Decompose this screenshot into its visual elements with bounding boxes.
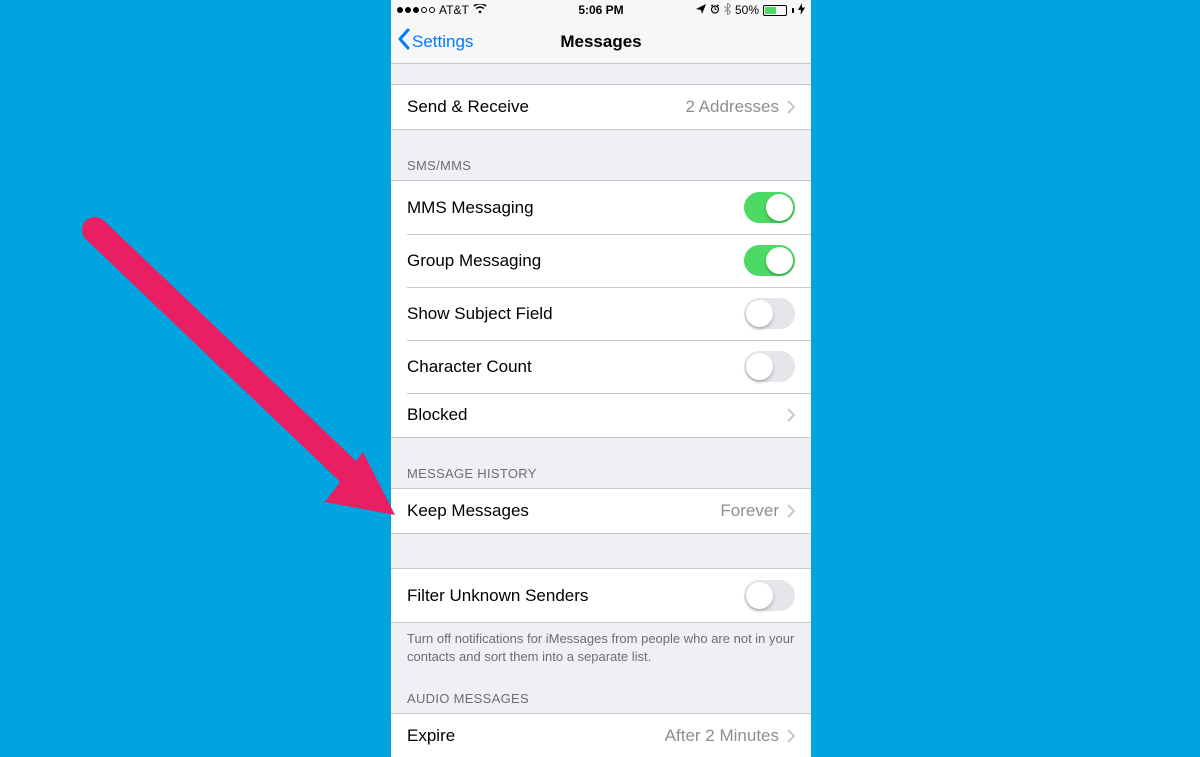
- statusbar-time: 5:06 PM: [391, 3, 811, 17]
- section-top: Send & Receive 2 Addresses: [391, 84, 811, 130]
- section-filter: Filter Unknown Senders: [391, 568, 811, 623]
- phone-screen: AT&T 5:06 PM 50% Settings Messages: [391, 0, 811, 757]
- blocked-row[interactable]: Blocked: [391, 393, 811, 437]
- section-sms: MMS Messaging Group Messaging Show Subje…: [391, 180, 811, 438]
- send-receive-row[interactable]: Send & Receive 2 Addresses: [391, 85, 811, 129]
- expire-detail: After 2 Minutes: [665, 726, 779, 746]
- chevron-right-icon: [787, 504, 795, 518]
- filter-unknown-row[interactable]: Filter Unknown Senders: [391, 569, 811, 622]
- filter-unknown-label: Filter Unknown Senders: [407, 586, 744, 606]
- mms-messaging-label: MMS Messaging: [407, 198, 744, 218]
- section-audio: Expire After 2 Minutes Raise to Listen: [391, 713, 811, 757]
- send-receive-detail: 2 Addresses: [685, 97, 779, 117]
- group-messaging-label: Group Messaging: [407, 251, 744, 271]
- show-subject-toggle[interactable]: [744, 298, 795, 329]
- filter-section-footer: Turn off notifications for iMessages fro…: [391, 623, 811, 673]
- group-messaging-row[interactable]: Group Messaging: [391, 234, 811, 287]
- navbar: Settings Messages: [391, 20, 811, 64]
- filter-unknown-toggle[interactable]: [744, 580, 795, 611]
- mms-messaging-toggle[interactable]: [744, 192, 795, 223]
- show-subject-row[interactable]: Show Subject Field: [391, 287, 811, 340]
- battery-icon: [763, 5, 787, 16]
- sms-section-header: SMS/MMS: [391, 130, 811, 180]
- keep-messages-label: Keep Messages: [407, 501, 720, 521]
- expire-label: Expire: [407, 726, 665, 746]
- keep-messages-detail: Forever: [720, 501, 779, 521]
- chevron-right-icon: [787, 100, 795, 114]
- character-count-row[interactable]: Character Count: [391, 340, 811, 393]
- section-history: Keep Messages Forever: [391, 488, 811, 534]
- expire-row[interactable]: Expire After 2 Minutes: [391, 714, 811, 757]
- page-title: Messages: [391, 32, 811, 52]
- show-subject-label: Show Subject Field: [407, 304, 744, 324]
- annotation-arrow-icon: [75, 210, 415, 530]
- history-section-header: MESSAGE HISTORY: [391, 438, 811, 488]
- group-messaging-toggle[interactable]: [744, 245, 795, 276]
- mms-messaging-row[interactable]: MMS Messaging: [391, 181, 811, 234]
- send-receive-label: Send & Receive: [407, 97, 685, 117]
- character-count-toggle[interactable]: [744, 351, 795, 382]
- character-count-label: Character Count: [407, 357, 744, 377]
- audio-section-header: AUDIO MESSAGES: [391, 673, 811, 713]
- chevron-right-icon: [787, 729, 795, 743]
- blocked-label: Blocked: [407, 405, 787, 425]
- keep-messages-row[interactable]: Keep Messages Forever: [391, 489, 811, 533]
- statusbar: AT&T 5:06 PM 50%: [391, 0, 811, 20]
- chevron-right-icon: [787, 408, 795, 422]
